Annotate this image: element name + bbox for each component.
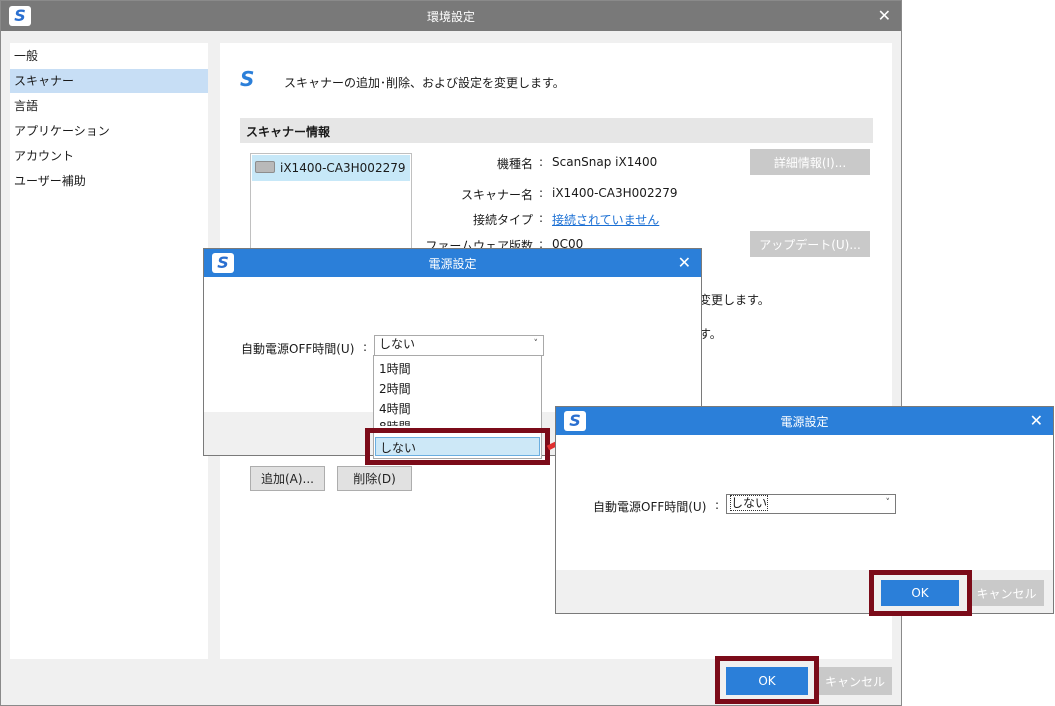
main-window-title: 環境設定 — [426, 9, 475, 24]
sidebar-item-label: アカウント — [14, 149, 75, 163]
dropdown-option[interactable]: 2時間 — [379, 380, 411, 397]
power-dialog-result: S 電源設定 ✕ 自動電源OFF時間(U) : しない ˅ OK キャンセル — [555, 406, 1054, 614]
main-title-bar: S 環境設定 ✕ — [1, 1, 901, 31]
close-icon[interactable]: ✕ — [1030, 412, 1043, 430]
scanner-name-sep: : — [539, 186, 544, 200]
close-icon[interactable]: ✕ — [678, 254, 691, 272]
sidebar-item-scanner[interactable]: スキャナー — [10, 69, 208, 93]
power-dialog-title-bar: S 電源設定 ✕ — [556, 407, 1053, 435]
chevron-down-icon: ˅ — [533, 339, 539, 349]
connection-link[interactable]: 接続されていません — [552, 211, 659, 228]
add-scanner-button[interactable]: 追加(A)... — [250, 466, 325, 491]
detail-info-button[interactable]: 詳細情報(I)... — [750, 149, 870, 175]
power-dialog-title-bar: S 電源設定 ✕ — [204, 249, 701, 277]
section-title: スキャナー情報 — [246, 125, 331, 139]
sidebar-item-language[interactable]: 言語 — [10, 94, 208, 118]
sidebar-item-account[interactable]: アカウント — [10, 144, 208, 168]
other-desc-partial: す。 — [699, 327, 722, 341]
close-icon[interactable]: ✕ — [878, 7, 891, 25]
sidebar-item-label: 一般 — [14, 49, 39, 63]
scansnap-logo-icon: S — [564, 411, 586, 431]
update-button[interactable]: アップデート(U)... — [750, 231, 870, 257]
power-dialog-title: 電源設定 — [780, 414, 829, 429]
sidebar-item-label: スキャナー — [14, 74, 75, 88]
scanner-name-value: iX1400-CA3H002279 — [552, 186, 678, 200]
scanner-list[interactable]: iX1400-CA3H002279 — [250, 153, 412, 253]
sidebar-item-accessibility[interactable]: ユーザー補助 — [10, 169, 208, 193]
scansnap-logo-icon: S — [212, 253, 234, 273]
cancel-button[interactable]: キャンセル — [818, 667, 892, 695]
dropdown-option[interactable]: 1時間 — [379, 360, 411, 377]
scanner-brand-icon: S — [240, 67, 255, 91]
model-label: 機種名 — [496, 157, 533, 171]
page-description: スキャナーの追加･削除、および設定を変更します。 — [284, 76, 565, 90]
model-value: ScanSnap iX1400 — [552, 155, 658, 169]
dropdown-option[interactable]: 8時間 — [379, 418, 411, 426]
scansnap-logo-icon: S — [9, 6, 31, 26]
delete-scanner-button[interactable]: 削除(D) — [337, 466, 412, 491]
auto-power-off-label: 自動電源OFF時間(U) — [241, 342, 355, 356]
power-dialog-body: 自動電源OFF時間(U) : しない ˅ — [556, 435, 1053, 570]
sidebar-item-label: アプリケーション — [14, 124, 110, 138]
auto-power-off-select[interactable]: しない ˅ — [726, 494, 896, 514]
power-dialog-title: 電源設定 — [428, 256, 477, 271]
power-desc-partial: 変更します。 — [699, 293, 770, 307]
model-sep: : — [539, 155, 544, 169]
list-item-label: iX1400-CA3H002279 — [280, 161, 406, 175]
dialog-ok-highlight-frame — [869, 570, 972, 616]
auto-power-off-label: 自動電源OFF時間(U) — [593, 500, 707, 514]
cancel-button[interactable]: キャンセル — [969, 580, 1044, 606]
sidebar-item-application[interactable]: アプリケーション — [10, 119, 208, 143]
connection-label: 接続タイプ — [472, 213, 533, 227]
section-header: スキャナー情報 — [240, 118, 873, 143]
auto-power-off-sep: : — [363, 340, 368, 354]
option-highlight-frame — [365, 428, 550, 465]
sidebar: 一般 スキャナー 言語 アプリケーション アカウント ユーザー補助 — [10, 43, 208, 659]
scanner-name-label: スキャナー名 — [460, 188, 533, 202]
chevron-down-icon: ˅ — [885, 498, 891, 508]
select-value: しない — [729, 495, 769, 511]
scanner-device-icon — [255, 161, 275, 173]
dropdown-option[interactable]: 4時間 — [379, 400, 411, 417]
auto-power-off-sep: : — [715, 498, 720, 512]
ok-highlight-frame — [715, 656, 819, 704]
select-value: しない — [379, 337, 416, 351]
sidebar-item-general[interactable]: 一般 — [10, 44, 208, 68]
sidebar-item-label: ユーザー補助 — [14, 174, 86, 188]
list-item[interactable]: iX1400-CA3H002279 — [252, 155, 410, 181]
connection-sep: : — [539, 211, 544, 225]
sidebar-item-label: 言語 — [14, 99, 39, 113]
auto-power-off-select[interactable]: しない ˅ — [374, 335, 544, 356]
